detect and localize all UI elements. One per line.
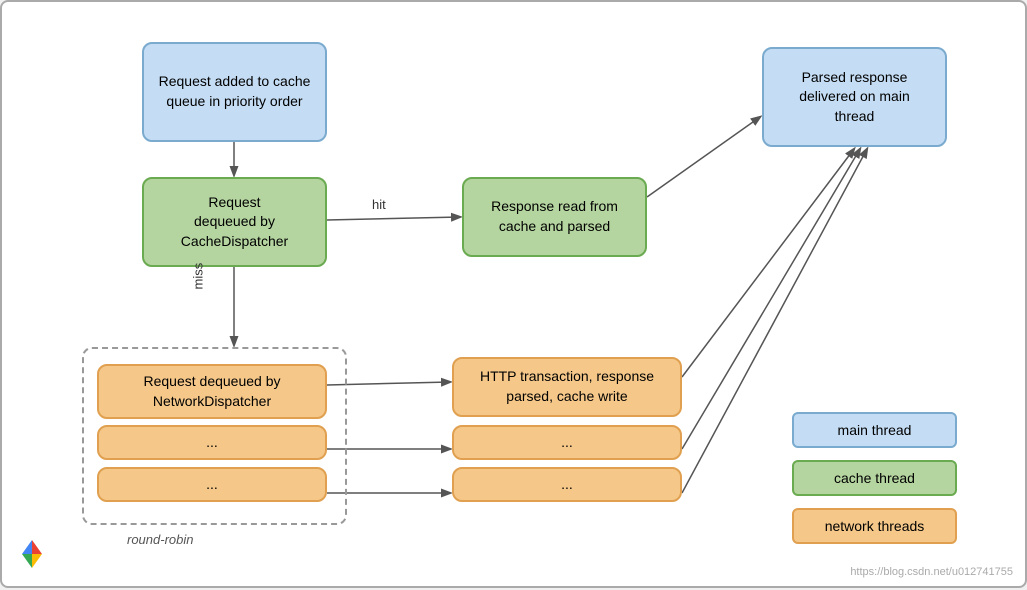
node-http-dots2-label: ... (561, 475, 573, 495)
label-round-robin: round-robin (127, 532, 194, 547)
logo-icon (16, 538, 48, 576)
node-request-queue: Request added to cache queue in priority… (142, 42, 327, 142)
node-network-dots1: ... (97, 425, 327, 460)
node-http-transaction: HTTP transaction, responseparsed, cache … (452, 357, 682, 417)
node-cache-dispatcher: Requestdequeued byCacheDispatcher (142, 177, 327, 267)
node-parsed-response-label: Parsed responsedelivered on mainthread (799, 68, 910, 127)
node-network-dots2: ... (97, 467, 327, 502)
legend-main-thread: main thread (792, 412, 957, 448)
node-http-transaction-label: HTTP transaction, responseparsed, cache … (480, 367, 654, 406)
node-network-dispatcher: Request dequeued byNetworkDispatcher (97, 364, 327, 419)
node-cache-dispatcher-label: Requestdequeued byCacheDispatcher (181, 193, 288, 252)
node-request-queue-label: Request added to cache queue in priority… (156, 72, 313, 111)
legend-network-threads: network threads (792, 508, 957, 544)
node-http-dots2: ... (452, 467, 682, 502)
label-hit: hit (372, 197, 386, 212)
node-response-from-cache-label: Response read fromcache and parsed (491, 197, 618, 236)
node-http-dots1: ... (452, 425, 682, 460)
node-parsed-response: Parsed responsedelivered on mainthread (762, 47, 947, 147)
watermark: https://blog.csdn.net/u012741755 (850, 566, 1013, 578)
node-response-from-cache: Response read fromcache and parsed (462, 177, 647, 257)
node-http-dots1-label: ... (561, 433, 573, 453)
diagram-container: Request added to cache queue in priority… (0, 0, 1027, 588)
legend-cache-thread: cache thread (792, 460, 957, 496)
node-network-dots1-label: ... (206, 433, 218, 453)
node-network-dots2-label: ... (206, 475, 218, 495)
label-miss: miss (191, 263, 206, 290)
node-network-dispatcher-label: Request dequeued byNetworkDispatcher (144, 372, 281, 411)
